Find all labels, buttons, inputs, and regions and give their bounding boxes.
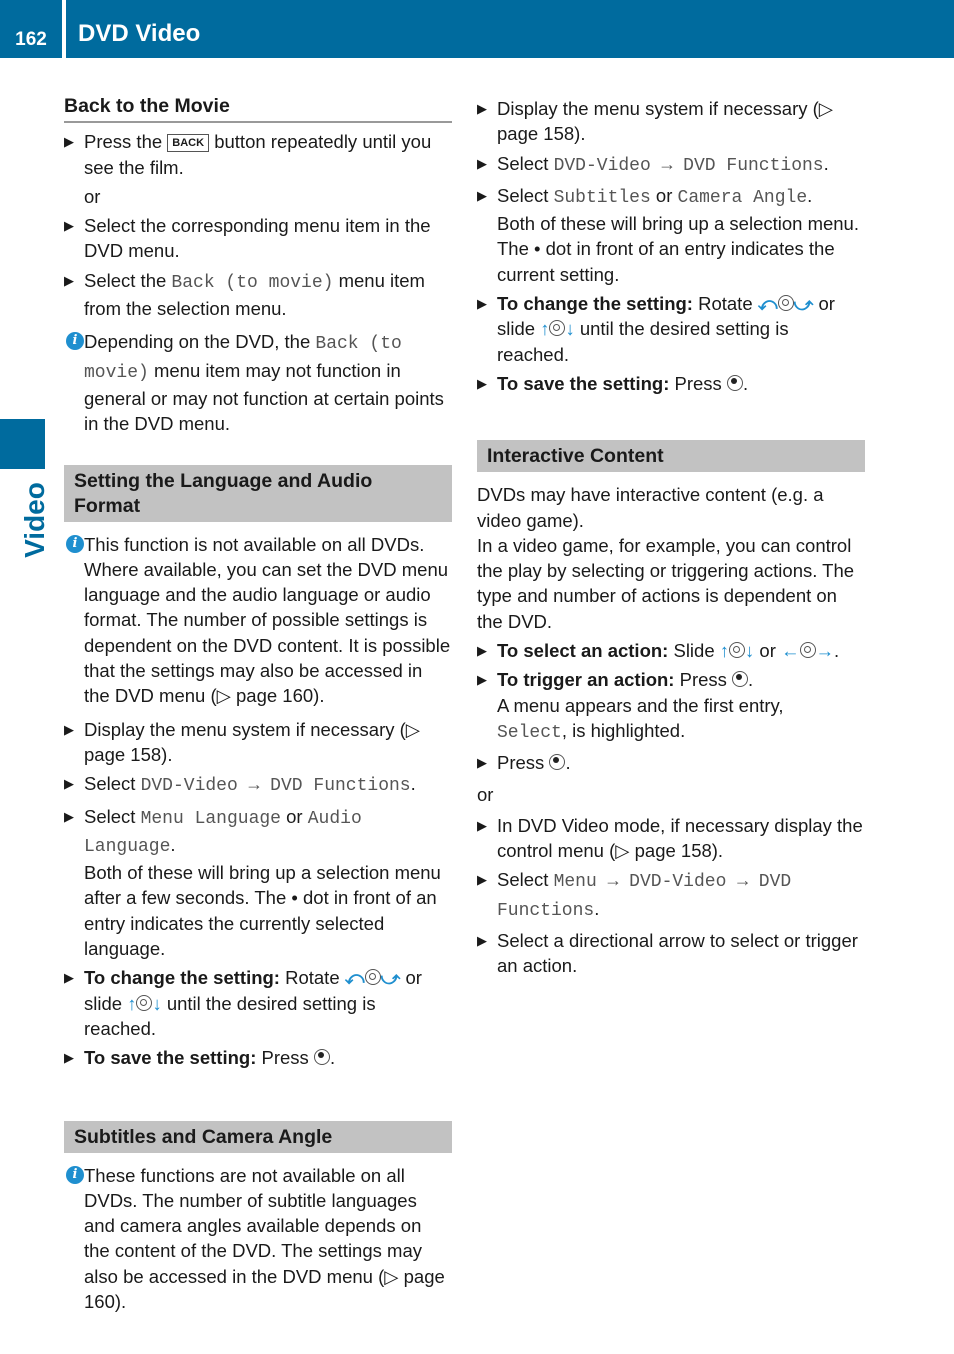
section-title-interactive: Interactive Content <box>477 440 865 473</box>
left-column: Back to the Movie Press the BACK button … <box>64 94 452 1322</box>
step: To save the setting: Press . <box>64 1045 452 1071</box>
step: Select the Back (to movie) menu item fro… <box>64 268 452 322</box>
chapter-title: DVD Video <box>78 20 201 47</box>
back-button-icon: BACK <box>167 134 210 153</box>
step: Select DVD-Video → DVD Functions. <box>64 771 452 799</box>
slide-updown-controller-icon: ↑ ↓ <box>719 640 755 662</box>
step: Press . <box>477 750 865 776</box>
step: Select Menu Language or Audio Language.B… <box>64 804 452 962</box>
step: In DVD Video mode, if necessary display … <box>477 813 865 864</box>
section-title-language: Setting the Language and Audio Format <box>64 464 452 522</box>
press-controller-icon <box>726 374 743 391</box>
info-icon: i <box>66 534 84 553</box>
info-note: i Depending on the DVD, the Back (to movi… <box>64 329 452 436</box>
step: To save the setting: Press . <box>477 371 865 397</box>
step: Press the BACK button repeatedly until y… <box>64 129 452 180</box>
or-text: or <box>477 783 494 805</box>
step: Display the menu system if necessary (▷ … <box>477 96 865 147</box>
info-note: i This function is not available on all D… <box>64 532 452 709</box>
section-title-subtitles: Subtitles and Camera Angle <box>64 1120 452 1153</box>
info-icon: i <box>66 332 84 351</box>
step: Select a directional arrow to select or … <box>477 928 865 979</box>
press-controller-icon <box>732 671 749 688</box>
page-number: 162 <box>15 29 47 50</box>
slide-updown-controller-icon: ↑ ↓ <box>540 318 575 340</box>
paragraph: DVDs may have interactive content (e.g. … <box>477 484 824 531</box>
slide-leftright-controller-icon: ← → <box>781 640 834 662</box>
press-controller-icon <box>313 1049 330 1066</box>
info-note: i These functions are not available on al… <box>64 1163 452 1315</box>
page-header: 162 DVD Video <box>0 0 954 58</box>
side-tab-marker <box>0 419 45 469</box>
section-title-back-to-movie: Back to the Movie <box>64 94 452 124</box>
rotate-controller-icon: ⤺ ⤻ <box>344 967 401 989</box>
step: To select an action: Slide ↑↓ or ←→. <box>477 638 865 664</box>
press-controller-icon <box>549 754 566 771</box>
step: To change the setting: Rotate ⤺⤻ or slid… <box>64 965 452 1041</box>
step: Select Subtitles or Camera Angle.Both of… <box>477 183 865 287</box>
paragraph: In a video game, for example, you can co… <box>477 534 855 632</box>
info-icon: i <box>66 1165 84 1184</box>
step: Select the corresponding menu item in th… <box>64 213 452 264</box>
step: Select Menu → DVD-Video → DVD Functions. <box>477 867 865 924</box>
step: Display the menu system if necessary (▷ … <box>64 717 452 768</box>
slide-updown-controller-icon: ↑ ↓ <box>127 992 162 1014</box>
step: Select DVD-Video → DVD Functions. <box>477 151 865 179</box>
step: To trigger an action: Press .A menu appe… <box>477 667 865 746</box>
header-divider <box>62 0 66 58</box>
right-column: Display the menu system if necessary (▷ … <box>477 96 865 983</box>
rotate-controller-icon: ⤺ ⤻ <box>757 293 814 315</box>
or-text: or <box>84 185 101 207</box>
step: To change the setting: Rotate ⤺⤻ or slid… <box>477 291 865 367</box>
side-tab-label: Video <box>19 482 50 558</box>
